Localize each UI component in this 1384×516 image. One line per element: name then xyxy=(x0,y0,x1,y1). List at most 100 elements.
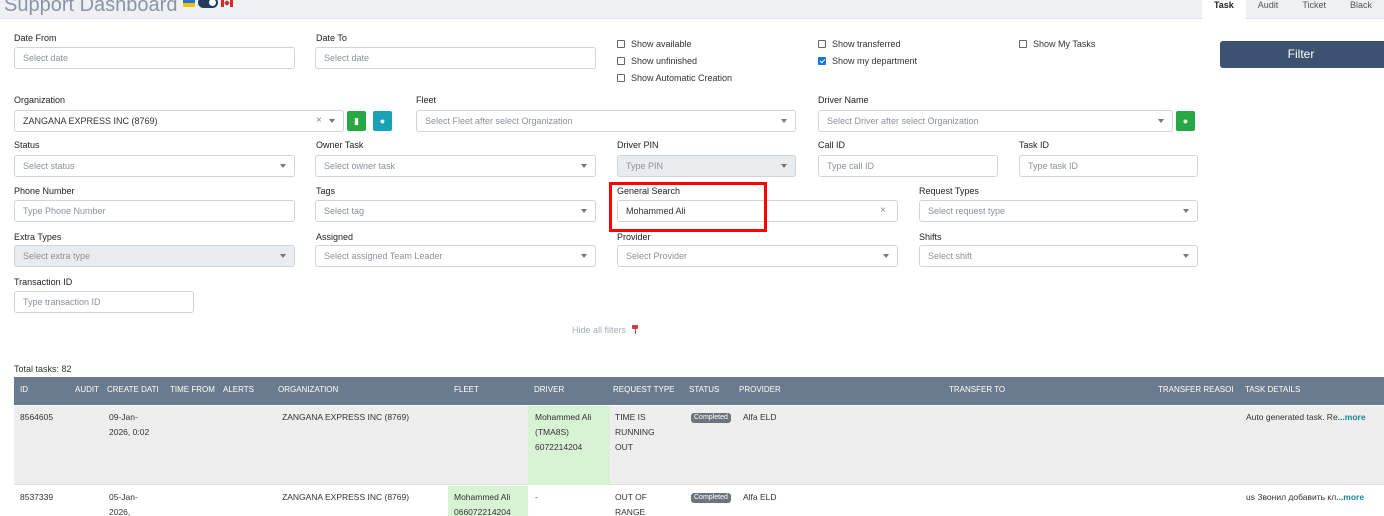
shifts-select[interactable]: Select shift xyxy=(919,245,1198,267)
create-date: 09-Jan- xyxy=(109,412,138,422)
theme-toggle-icon[interactable] xyxy=(198,0,219,8)
user-icon: ● xyxy=(379,116,386,126)
owner-task-label: Owner Task xyxy=(316,140,364,150)
more-link[interactable]: ...more xyxy=(1338,412,1366,422)
column-header[interactable]: TASK DETAILS xyxy=(1245,377,1365,405)
date-from-label: Date From xyxy=(14,33,57,43)
column-header[interactable]: ID xyxy=(20,377,70,405)
request-types-select[interactable]: Select request type xyxy=(919,200,1198,222)
driver: (TMA8S) xyxy=(535,427,569,437)
task-id[interactable]: 8564605 xyxy=(20,410,53,425)
fleet-select[interactable]: Select Fleet after select Organization xyxy=(416,110,796,132)
phone-number-input[interactable]: Type Phone Number xyxy=(14,200,295,222)
show-my-tasks-label: Show My Tasks xyxy=(1033,39,1096,49)
chevron-down-icon xyxy=(1183,209,1189,213)
task-id-label: Task ID xyxy=(1019,140,1050,150)
driver-name-select[interactable]: Select Driver after select Organization xyxy=(818,110,1173,132)
driver-user-button[interactable]: ● xyxy=(1176,111,1195,131)
extra-types-select[interactable]: Select extra type xyxy=(14,245,295,267)
show-unfinished-checkbox[interactable]: Show unfinished xyxy=(617,56,697,66)
clear-icon[interactable]: × xyxy=(316,111,322,131)
tab-task[interactable]: Task xyxy=(1201,0,1246,19)
assigned-label: Assigned xyxy=(316,232,354,242)
provider-placeholder: Select Provider xyxy=(626,251,688,261)
organization-user-button[interactable]: ● xyxy=(373,111,392,131)
fleet-label: Fleet xyxy=(416,95,437,105)
chevron-down-icon xyxy=(581,254,587,258)
driver: Mohammed Ali xyxy=(535,412,592,422)
request-type: RUNNING xyxy=(615,427,655,437)
table-row[interactable]: 8564605 09-Jan- 2026, 0:02 ZANGANA EXPRE… xyxy=(14,406,1384,485)
column-header[interactable]: TRANSFER TO xyxy=(949,377,1049,405)
task-id-input[interactable]: Type task ID xyxy=(1019,155,1198,177)
show-automatic-creation-checkbox[interactable]: Show Automatic Creation xyxy=(617,73,732,83)
show-my-department-checkbox[interactable]: Show my department xyxy=(818,56,917,66)
organization-label: Organization xyxy=(14,95,66,105)
provider-select[interactable]: Select Provider xyxy=(617,245,898,267)
show-transferred-checkbox[interactable]: Show transferred xyxy=(818,39,901,49)
status-select[interactable]: Select status xyxy=(14,155,295,177)
show-automatic-creation-label: Show Automatic Creation xyxy=(631,73,733,83)
call-id-input[interactable]: Type call ID xyxy=(818,155,998,177)
table-header: ID AUDIT CREATE DATI TIME FROM ALERTS OR… xyxy=(14,377,1384,405)
top-bar: Support Dashboard Task Audit Ticket Blac… xyxy=(0,0,1384,19)
driver-pin-select[interactable]: Type PIN xyxy=(617,155,796,177)
filter-button[interactable]: Filter xyxy=(1220,41,1384,68)
organization-select[interactable]: ZANGANA EXPRESS INC (8769) × xyxy=(14,110,344,132)
driver-pin-placeholder: Type PIN xyxy=(626,161,664,171)
date-from-input[interactable]: Select date xyxy=(14,47,295,69)
chevron-down-icon xyxy=(280,254,286,258)
column-header[interactable]: FLEET xyxy=(454,377,514,405)
tab-audit[interactable]: Audit xyxy=(1246,0,1291,19)
extra-types-placeholder: Select extra type xyxy=(23,251,91,261)
chevron-down-icon xyxy=(581,164,587,168)
checkbox-box xyxy=(1019,40,1027,48)
tags-select[interactable]: Select tag xyxy=(315,200,596,222)
column-header[interactable]: REQUEST TYPE xyxy=(613,377,691,405)
tab-ticket[interactable]: Ticket xyxy=(1290,0,1338,19)
canada-flag-icon[interactable] xyxy=(221,0,234,7)
create-date: 2026, xyxy=(109,507,131,516)
show-my-tasks-checkbox[interactable]: Show My Tasks xyxy=(1019,39,1095,49)
clear-icon[interactable]: × xyxy=(880,201,886,221)
more-link[interactable]: ...more xyxy=(1336,492,1364,502)
chevron-down-icon xyxy=(1158,119,1164,123)
tags-placeholder: Select tag xyxy=(324,206,365,216)
organization-building-button[interactable]: ▮ xyxy=(347,111,366,131)
column-header[interactable]: ALERTS xyxy=(223,377,273,405)
fleet-placeholder: Select Fleet after select Organization xyxy=(425,116,573,126)
chevron-down-icon xyxy=(781,164,787,168)
transaction-id-input[interactable]: Type transaction ID xyxy=(14,291,194,313)
owner-task-select[interactable]: Select owner task xyxy=(315,155,596,177)
column-header[interactable]: TIME FROM xyxy=(170,377,222,405)
status-badge: Completed xyxy=(691,413,731,423)
table-row[interactable]: 8537339 05-Jan- 2026, ZANGANA EXPRESS IN… xyxy=(14,486,1384,516)
date-to-label: Date To xyxy=(316,33,347,43)
column-header[interactable]: STATUS xyxy=(689,377,737,405)
column-header[interactable]: TRANSFER REASOI xyxy=(1158,377,1241,405)
app-title-text: Support Dashboard xyxy=(4,0,178,16)
column-header[interactable]: ORGANIZATION xyxy=(278,377,438,405)
task-id[interactable]: 8537339 xyxy=(20,490,53,505)
create-date: 05-Jan- xyxy=(109,492,138,502)
request-type: OUT OF xyxy=(615,492,647,502)
organization: ZANGANA EXPRESS INC (8769) xyxy=(282,412,410,422)
date-to-input[interactable]: Select date xyxy=(315,47,596,69)
show-available-checkbox[interactable]: Show available xyxy=(617,39,692,49)
column-header[interactable]: DRIVER xyxy=(534,377,594,405)
assigned-select[interactable]: Select assigned Team Leader xyxy=(315,245,596,267)
column-header[interactable]: AUDIT xyxy=(75,377,107,405)
tab-black[interactable]: Black xyxy=(1338,0,1384,19)
request-type: TIME IS xyxy=(615,412,646,422)
provider: Alfa ELD xyxy=(743,492,777,502)
column-header[interactable]: CREATE DATI xyxy=(107,377,165,405)
shifts-label: Shifts xyxy=(919,232,942,242)
chevron-down-icon xyxy=(280,164,286,168)
chevron-down-icon xyxy=(329,119,335,123)
status-label: Status xyxy=(14,140,40,150)
column-header[interactable]: PROVIDER xyxy=(739,377,819,405)
ukraine-flag-icon[interactable] xyxy=(183,0,196,7)
phone-number-label: Phone Number xyxy=(14,186,75,196)
transaction-id-label: Transaction ID xyxy=(14,277,73,287)
hide-all-filters-link[interactable]: Hide all filters xyxy=(572,325,639,335)
